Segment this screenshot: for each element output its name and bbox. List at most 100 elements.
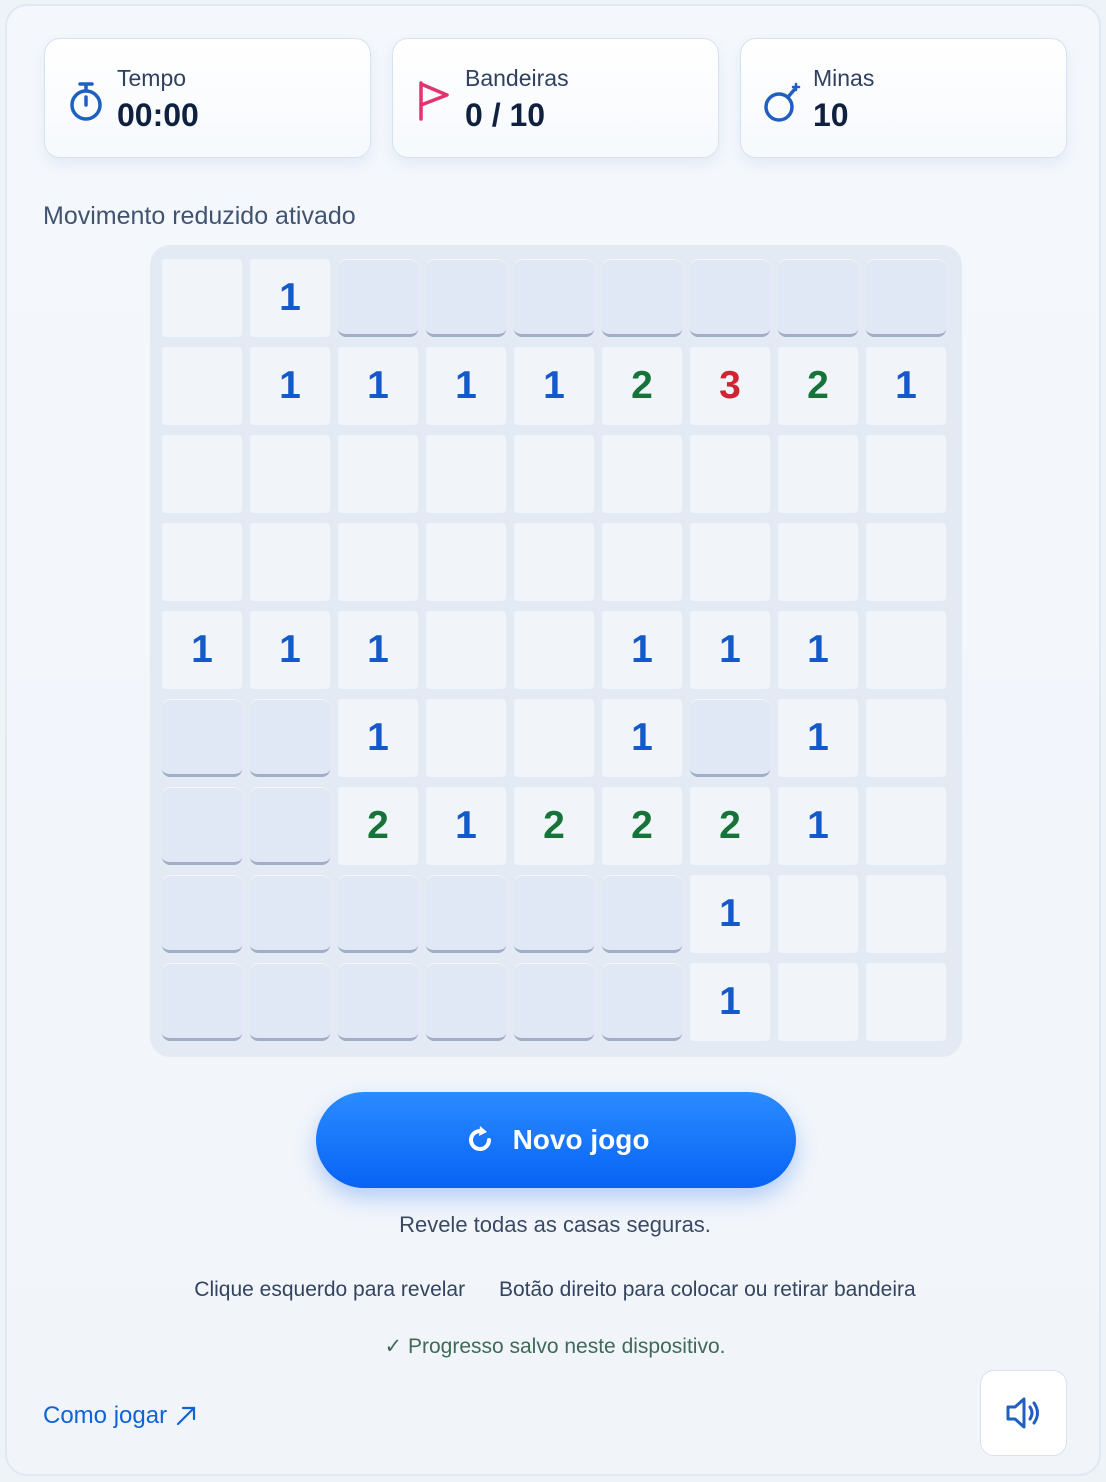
empty-cell[interactable]	[514, 699, 594, 777]
speaker-icon	[1006, 1397, 1039, 1429]
number-cell[interactable]: 1	[514, 347, 594, 425]
number-cell[interactable]: 1	[426, 347, 506, 425]
number-cell[interactable]: 1	[426, 787, 506, 865]
number-cell[interactable]: 1	[338, 699, 418, 777]
empty-cell[interactable]	[690, 435, 770, 513]
progress-saved-note: ✓ Progresso salvo neste dispositivo.	[384, 1335, 726, 1358]
number-cell[interactable]: 1	[162, 611, 242, 689]
number-cell[interactable]: 2	[602, 787, 682, 865]
empty-cell[interactable]	[778, 963, 858, 1041]
mines-value: 10	[813, 97, 849, 133]
number-cell[interactable]: 2	[338, 787, 418, 865]
empty-cell[interactable]	[162, 347, 242, 425]
number-cell[interactable]: 1	[602, 699, 682, 777]
hidden-cell[interactable]	[426, 875, 506, 953]
hidden-cell[interactable]	[690, 699, 770, 777]
number-cell[interactable]: 1	[250, 259, 330, 337]
empty-cell[interactable]	[162, 523, 242, 601]
empty-cell[interactable]	[866, 523, 946, 601]
hidden-cell[interactable]	[778, 259, 858, 337]
empty-cell[interactable]	[866, 435, 946, 513]
hidden-cell[interactable]	[514, 259, 594, 337]
empty-cell[interactable]	[514, 611, 594, 689]
number-cell[interactable]: 1	[250, 611, 330, 689]
hidden-cell[interactable]	[602, 963, 682, 1041]
number-cell[interactable]: 1	[338, 347, 418, 425]
empty-cell[interactable]	[514, 523, 594, 601]
empty-cell[interactable]	[162, 435, 242, 513]
hidden-cell[interactable]	[866, 259, 946, 337]
number-cell[interactable]: 1	[778, 611, 858, 689]
how-to-play-link[interactable]: Como jogar	[43, 1402, 197, 1430]
empty-cell[interactable]	[690, 523, 770, 601]
empty-cell[interactable]	[602, 523, 682, 601]
flags-value: 0 / 10	[465, 97, 546, 133]
number-cell[interactable]: 1	[602, 611, 682, 689]
empty-cell[interactable]	[866, 963, 946, 1041]
empty-cell[interactable]	[866, 611, 946, 689]
game-card: Tempo 00:00 Bandeiras 0 / 10 Minas 10 Mo…	[5, 4, 1101, 1476]
reduced-motion-note: Movimento reduzido ativado	[43, 202, 356, 230]
hidden-cell[interactable]	[162, 875, 242, 953]
empty-cell[interactable]	[162, 259, 242, 337]
number-cell[interactable]: 1	[778, 787, 858, 865]
number-cell[interactable]: 1	[866, 347, 946, 425]
hidden-cell[interactable]	[690, 259, 770, 337]
hidden-cell[interactable]	[162, 963, 242, 1041]
number-cell[interactable]: 3	[690, 347, 770, 425]
empty-cell[interactable]	[866, 875, 946, 953]
hidden-cell[interactable]	[426, 963, 506, 1041]
empty-cell[interactable]	[338, 523, 418, 601]
left-click-instruction: Clique esquerdo para revelar	[194, 1278, 466, 1301]
hidden-cell[interactable]	[602, 259, 682, 337]
hidden-cell[interactable]	[602, 875, 682, 953]
status-message: Revele todas as casas seguras.	[399, 1212, 711, 1237]
sound-toggle-button[interactable]	[980, 1370, 1067, 1456]
hidden-cell[interactable]	[162, 699, 242, 777]
number-cell[interactable]: 1	[690, 963, 770, 1041]
number-cell[interactable]: 1	[690, 875, 770, 953]
hidden-cell[interactable]	[162, 787, 242, 865]
empty-cell[interactable]	[866, 787, 946, 865]
number-cell[interactable]: 1	[338, 611, 418, 689]
how-to-play-label: Como jogar	[43, 1402, 168, 1429]
refresh-icon	[468, 1126, 491, 1151]
empty-cell[interactable]	[250, 435, 330, 513]
hidden-cell[interactable]	[338, 259, 418, 337]
empty-cell[interactable]	[602, 435, 682, 513]
hidden-cell[interactable]	[250, 699, 330, 777]
empty-cell[interactable]	[338, 435, 418, 513]
empty-cell[interactable]	[778, 523, 858, 601]
hidden-cell[interactable]	[338, 875, 418, 953]
empty-cell[interactable]	[778, 875, 858, 953]
minefield-board: 11111232111111111121222111	[150, 245, 962, 1057]
empty-cell[interactable]	[426, 523, 506, 601]
empty-cell[interactable]	[866, 699, 946, 777]
hidden-cell[interactable]	[250, 875, 330, 953]
number-cell[interactable]: 1	[778, 699, 858, 777]
hidden-cell[interactable]	[250, 963, 330, 1041]
flags-panel: Bandeiras 0 / 10	[392, 38, 719, 158]
hidden-cell[interactable]	[338, 963, 418, 1041]
empty-cell[interactable]	[426, 611, 506, 689]
number-cell[interactable]: 2	[778, 347, 858, 425]
number-cell[interactable]: 1	[250, 347, 330, 425]
number-cell[interactable]: 1	[690, 611, 770, 689]
empty-cell[interactable]	[514, 435, 594, 513]
number-cell[interactable]: 2	[514, 787, 594, 865]
empty-cell[interactable]	[778, 435, 858, 513]
hidden-cell[interactable]	[514, 875, 594, 953]
hidden-cell[interactable]	[426, 259, 506, 337]
new-game-button[interactable]: Novo jogo	[316, 1092, 796, 1188]
number-cell[interactable]: 2	[602, 347, 682, 425]
number-cell[interactable]: 2	[690, 787, 770, 865]
external-link-arrow-icon	[176, 1406, 196, 1426]
timer-value: 00:00	[117, 97, 199, 133]
hidden-cell[interactable]	[514, 963, 594, 1041]
flag-icon	[419, 81, 449, 121]
empty-cell[interactable]	[426, 699, 506, 777]
empty-cell[interactable]	[426, 435, 506, 513]
empty-cell[interactable]	[250, 523, 330, 601]
hidden-cell[interactable]	[250, 787, 330, 865]
stopwatch-icon	[70, 82, 102, 121]
